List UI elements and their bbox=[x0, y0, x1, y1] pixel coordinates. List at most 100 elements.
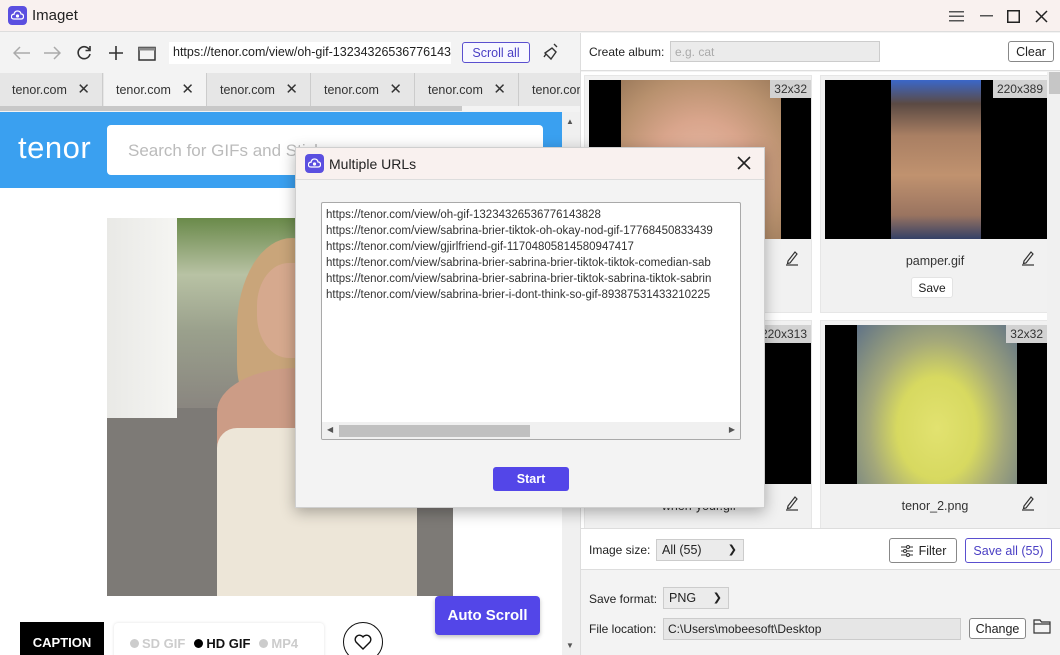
back-icon[interactable] bbox=[10, 41, 34, 65]
filter-button[interactable]: Filter bbox=[889, 538, 957, 563]
thumbnail-art bbox=[857, 325, 1017, 484]
file-name: tenor_2.png bbox=[901, 499, 969, 513]
tab-label: tenor.com bbox=[428, 83, 483, 97]
save-all-button[interactable]: Save all (55) bbox=[965, 538, 1052, 563]
save-format-label: Save format: bbox=[589, 592, 658, 606]
edit-pencil-icon[interactable] bbox=[1021, 495, 1035, 511]
thumbnail: 32x32 bbox=[825, 325, 1047, 484]
tab-6[interactable]: tenor.com bbox=[520, 73, 580, 106]
tab-3[interactable]: tenor.com ✕ bbox=[208, 73, 311, 106]
title-bar: Imaget bbox=[0, 0, 1060, 32]
tab-4[interactable]: tenor.com ✕ bbox=[312, 73, 415, 106]
tab-1[interactable]: tenor.com ✕ bbox=[0, 73, 103, 106]
dimension-badge: 220x389 bbox=[992, 80, 1047, 98]
close-tab-icon[interactable]: ✕ bbox=[285, 80, 298, 98]
textarea-scroll-thumb[interactable] bbox=[339, 425, 530, 437]
url-line: https://tenor.com/view/gjirlfriend-gif-1… bbox=[326, 241, 634, 253]
filter-sliders-icon bbox=[900, 544, 913, 557]
dialog-app-icon bbox=[305, 154, 324, 173]
auto-scroll-button[interactable]: Auto Scroll bbox=[435, 596, 540, 635]
edit-pencil-icon[interactable] bbox=[785, 250, 799, 266]
file-name: pamper.gif bbox=[905, 254, 965, 268]
favorite-button[interactable] bbox=[343, 622, 383, 655]
tab-label: tenor.com bbox=[532, 83, 580, 97]
reload-icon[interactable] bbox=[72, 41, 96, 65]
scroll-down-icon[interactable]: ▼ bbox=[566, 641, 574, 650]
save-button[interactable]: Save bbox=[911, 277, 953, 298]
edit-pencil-icon[interactable] bbox=[785, 495, 799, 511]
clear-broom-icon[interactable] bbox=[542, 42, 564, 64]
image-size-select[interactable]: All (55) ❯ bbox=[656, 539, 744, 561]
browser-toolbar: https://tenor.com/view/oh-gif-1323432653… bbox=[0, 33, 580, 73]
format-label: HD GIF bbox=[206, 635, 251, 651]
thumbnail: 220x389 bbox=[825, 80, 1047, 239]
window-icon[interactable] bbox=[135, 41, 159, 65]
url-line: https://tenor.com/view/sabrina-brier-sab… bbox=[326, 257, 711, 269]
dialog-header: Multiple URLs bbox=[296, 148, 764, 180]
scroll-all-button[interactable]: Scroll all bbox=[462, 42, 530, 63]
chevron-down-icon: ❯ bbox=[712, 592, 722, 604]
app-title: Imaget bbox=[32, 7, 78, 24]
format-hd-gif[interactable]: HD GIF bbox=[194, 636, 250, 651]
tab-2-active[interactable]: tenor.com ✕ bbox=[104, 73, 207, 106]
forward-icon[interactable] bbox=[40, 41, 64, 65]
image-card[interactable]: 220x389 pamper.gif Save bbox=[820, 75, 1047, 313]
app-logo-icon bbox=[8, 6, 27, 25]
maximize-icon[interactable] bbox=[1003, 6, 1023, 26]
save-format-value: PNG bbox=[669, 591, 697, 605]
url-input[interactable]: https://tenor.com/view/oh-gif-1323432653… bbox=[169, 42, 451, 64]
close-window-icon[interactable] bbox=[1031, 6, 1051, 26]
caption-button[interactable]: CAPTION bbox=[20, 622, 104, 655]
image-card[interactable]: 32x32 tenor_2.png bbox=[820, 320, 1047, 528]
dialog-title: Multiple URLs bbox=[329, 156, 417, 172]
scroll-right-icon[interactable]: ▶ bbox=[729, 425, 735, 434]
url-line: https://tenor.com/view/sabrina-brier-tik… bbox=[326, 225, 713, 237]
file-location-label: File location: bbox=[589, 622, 657, 636]
album-input[interactable]: e.g. cat bbox=[670, 41, 880, 62]
album-row: Create album: e.g. cat Clear bbox=[581, 33, 1060, 71]
start-button[interactable]: Start bbox=[493, 467, 569, 491]
minimize-icon[interactable] bbox=[976, 6, 996, 26]
grid-scrollbar-thumb[interactable] bbox=[1049, 72, 1060, 94]
close-tab-icon[interactable]: ✕ bbox=[77, 80, 90, 98]
dimension-badge: 32x32 bbox=[1006, 325, 1047, 343]
image-size-label: Image size: bbox=[589, 543, 651, 557]
url-line: https://tenor.com/view/oh-gif-1323432653… bbox=[326, 209, 601, 221]
change-location-button[interactable]: Change bbox=[969, 618, 1026, 639]
dialog-close-icon[interactable] bbox=[734, 153, 754, 173]
format-sd-gif[interactable]: SD GIF bbox=[130, 636, 185, 651]
save-settings: Save format: PNG ❯ File location: C:\Use… bbox=[581, 570, 1060, 655]
tenor-logo[interactable]: tenor bbox=[18, 130, 91, 166]
close-tab-icon[interactable]: ✕ bbox=[493, 80, 506, 98]
open-folder-icon[interactable] bbox=[1033, 618, 1051, 639]
edit-pencil-icon[interactable] bbox=[1021, 250, 1035, 266]
close-tab-icon[interactable]: ✕ bbox=[181, 80, 194, 98]
scroll-left-icon[interactable]: ◀ bbox=[327, 425, 333, 434]
close-tab-icon[interactable]: ✕ bbox=[389, 80, 402, 98]
radio-dot-icon bbox=[130, 638, 139, 648]
url-line: https://tenor.com/view/sabrina-brier-i-d… bbox=[326, 289, 711, 301]
menu-icon[interactable] bbox=[946, 6, 966, 26]
tab-strip: tenor.com ✕ tenor.com ✕ tenor.com ✕ tenor.c… bbox=[0, 73, 580, 106]
tab-label: tenor.com bbox=[324, 83, 379, 97]
file-location-input[interactable]: C:\Users\mobeesoft\Desktop bbox=[663, 618, 961, 640]
tab-5[interactable]: tenor.com ✕ bbox=[416, 73, 519, 106]
save-format-select[interactable]: PNG ❯ bbox=[663, 587, 729, 609]
tab-label: tenor.com bbox=[12, 83, 67, 97]
urls-textarea[interactable]: https://tenor.com/view/oh-gif-1323432653… bbox=[321, 202, 741, 440]
tab-label: tenor.com bbox=[220, 83, 275, 97]
dimension-badge: 32x32 bbox=[770, 80, 811, 98]
tabs-scrollbar-thumb[interactable] bbox=[0, 106, 462, 111]
dimension-badge: 220x313 bbox=[756, 325, 811, 343]
scroll-up-icon[interactable]: ▲ bbox=[566, 117, 574, 126]
new-tab-icon[interactable] bbox=[104, 41, 128, 65]
grid-scrollbar[interactable] bbox=[1047, 72, 1060, 528]
format-mp4[interactable]: MP4 bbox=[259, 636, 298, 651]
image-size-row: Image size: All (55) ❯ Filter Save all (… bbox=[581, 528, 1060, 570]
textarea-hscrollbar[interactable]: ◀ ▶ bbox=[322, 422, 740, 439]
thumbnail-art bbox=[891, 80, 981, 239]
chevron-down-icon: ❯ bbox=[727, 544, 737, 556]
clear-button[interactable]: Clear bbox=[1008, 41, 1054, 62]
format-selector: SD GIF HD GIF MP4 bbox=[114, 623, 324, 655]
radio-dot-icon bbox=[259, 638, 269, 648]
